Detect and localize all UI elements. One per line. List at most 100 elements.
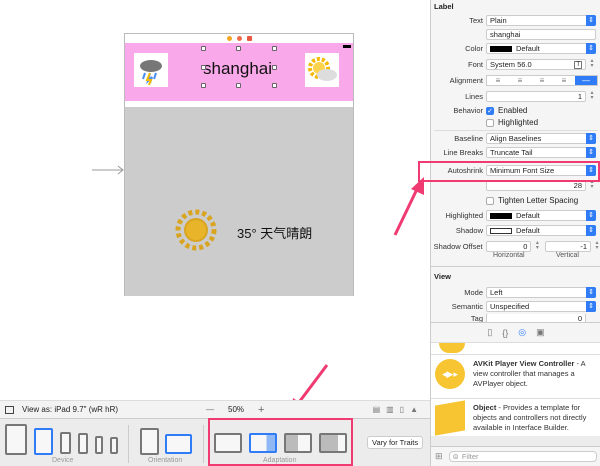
offset-h-stepper[interactable]: ▴ ▾	[533, 240, 541, 252]
popup-arrow-icon: ⇕	[586, 210, 596, 221]
divider	[431, 266, 600, 267]
font-label: Font	[467, 60, 483, 69]
vary-for-traits-button[interactable]: Vary for Traits	[367, 436, 424, 449]
offset-v-field[interactable]: -1	[545, 241, 592, 252]
avkit-icon: ◂▶▸	[435, 359, 465, 389]
entry-arrow-icon	[92, 165, 124, 175]
resize-handle[interactable]	[201, 46, 206, 51]
highlighted-color-popup[interactable]: Default ⇕	[486, 210, 596, 221]
library-item-avkit[interactable]: ◂▶▸ AVKit Player View Controller - A view…	[431, 354, 600, 398]
align-natural-icon[interactable]: —	[575, 76, 597, 85]
font-stepper[interactable]: ▴ ▾	[588, 58, 596, 70]
font-picker-icon[interactable]: T	[574, 60, 582, 69]
device-iphone-se[interactable]	[95, 436, 103, 454]
tag-field[interactable]: 0	[486, 314, 586, 322]
content-view[interactable]: 35° 天气晴朗	[125, 107, 353, 296]
resize-handle[interactable]	[236, 83, 241, 88]
city-label[interactable]: shanghai	[203, 59, 272, 79]
offset-h-field[interactable]: 0	[485, 241, 532, 252]
lines-stepper[interactable]: ▴ ▾	[588, 90, 596, 102]
align-center-icon[interactable]: ≡	[509, 76, 531, 85]
line-breaks-value: Truncate Tail	[490, 148, 533, 157]
alignment-control[interactable]: ≡ ≡ ≡ ≡ —	[486, 75, 598, 86]
orientation-landscape[interactable]	[165, 434, 192, 454]
popup-arrow-icon: ⇕	[586, 43, 596, 54]
lines-field[interactable]: 1	[486, 91, 586, 102]
device-iphone-4[interactable]	[110, 437, 118, 454]
library-item-title: AVKit Player View Controller	[473, 359, 575, 368]
device-ipad[interactable]	[34, 428, 53, 455]
library-item-title: Object	[473, 403, 497, 412]
canvas-toolbar: View as: iPad 9.7" (wR hR) — 50% + ▤▥▯▲	[0, 400, 430, 418]
highlighted-checkbox[interactable]	[486, 118, 494, 127]
orientation-portrait[interactable]	[140, 428, 159, 455]
storyboard-canvas[interactable]: shanghai 35° 天气晴朗	[0, 0, 430, 400]
file-template-icon[interactable]: ▯	[487, 327, 492, 338]
enabled-label: Enabled	[498, 106, 528, 115]
popup-arrow-icon: ⇕	[586, 147, 596, 158]
mode-popup[interactable]: Left ⇕	[486, 287, 596, 298]
semantic-label: Semantic	[451, 302, 483, 311]
text-label: Text	[469, 16, 483, 25]
divider	[128, 425, 129, 463]
zoom-in-button[interactable]: +	[258, 404, 264, 416]
shadow-swatch	[490, 227, 512, 234]
code-snippet-icon[interactable]: {}	[502, 328, 508, 338]
resize-handle[interactable]	[272, 46, 277, 51]
resize-handle[interactable]	[272, 65, 277, 70]
resize-handle[interactable]	[272, 83, 277, 88]
resize-handle[interactable]	[201, 65, 206, 70]
semantic-popup[interactable]: Unspecified ⇕	[486, 301, 596, 312]
highlighted-color-value: Default	[516, 211, 540, 220]
line-breaks-popup[interactable]: Truncate Tail ⇕	[486, 147, 596, 158]
object-library-icon[interactable]: ◎	[518, 327, 526, 338]
first-responder-icon[interactable]	[236, 36, 242, 41]
color-popup[interactable]: Default ⇕	[486, 43, 596, 54]
color-label: Color	[465, 44, 483, 53]
autoshrink-highlight	[418, 161, 600, 182]
sidebar-toggle-icon[interactable]	[5, 405, 14, 414]
partly-sunny-icon[interactable]	[305, 53, 339, 87]
shadow-popup[interactable]: Default ⇕	[486, 225, 596, 236]
library-filter-bar: ⊞ ⊜ Filter	[431, 446, 600, 466]
battery-icon	[343, 45, 351, 48]
alignment-label: Alignment	[449, 76, 483, 85]
text-type-popup[interactable]: Plain ⇕	[486, 15, 596, 26]
resize-handle[interactable]	[236, 46, 241, 51]
align-justify-icon[interactable]: ≡	[553, 76, 575, 85]
thunderstorm-icon[interactable]	[134, 53, 168, 87]
weather-label[interactable]: 35° 天气晴朗	[237, 223, 312, 242]
view-controller-scene[interactable]: shanghai 35° 天气晴朗	[124, 33, 354, 296]
library-tabs: ▯ {} ◎ ▣	[431, 322, 600, 342]
library-item-icon	[439, 343, 465, 353]
resize-handle[interactable]	[201, 83, 206, 88]
align-right-icon[interactable]: ≡	[531, 76, 553, 85]
device-ipad-pro[interactable]	[5, 424, 27, 455]
font-field[interactable]: System 56.0 T	[486, 59, 586, 70]
text-content-field[interactable]: shanghai	[486, 29, 596, 40]
layout-buttons[interactable]: ▤▥▯▲	[373, 405, 424, 414]
scene-dock	[125, 34, 353, 43]
device-iphone-plus[interactable]	[60, 432, 71, 454]
device-iphone[interactable]	[78, 433, 88, 454]
filter-placeholder: Filter	[461, 452, 479, 461]
vc-icon[interactable]	[226, 36, 232, 41]
header-view[interactable]: shanghai	[125, 43, 353, 101]
mode-label: Mode	[464, 288, 483, 297]
grid-view-icon[interactable]: ⊞	[435, 451, 443, 462]
exit-icon[interactable]	[246, 36, 252, 41]
enabled-checkbox[interactable]: ✓	[486, 106, 494, 115]
zoom-out-button[interactable]: —	[206, 405, 214, 414]
align-left-icon[interactable]: ≡	[487, 76, 509, 85]
media-library-icon[interactable]: ▣	[536, 327, 545, 338]
tag-label: Tag	[470, 314, 483, 322]
tighten-checkbox[interactable]	[486, 196, 494, 205]
device-group-label: Device	[52, 457, 74, 464]
baseline-popup[interactable]: Align Baselines ⇕	[486, 133, 596, 144]
offset-v-stepper[interactable]: ▴ ▾	[593, 240, 600, 252]
library-item-object[interactable]: Object - Provides a template for objects…	[431, 398, 600, 436]
library-item-partial[interactable]	[431, 342, 600, 354]
view-as-label[interactable]: View as: iPad 9.7" (wR hR)	[22, 405, 162, 414]
horizontal-label: Horizontal	[493, 252, 525, 259]
filter-input[interactable]: ⊜ Filter	[448, 451, 597, 462]
